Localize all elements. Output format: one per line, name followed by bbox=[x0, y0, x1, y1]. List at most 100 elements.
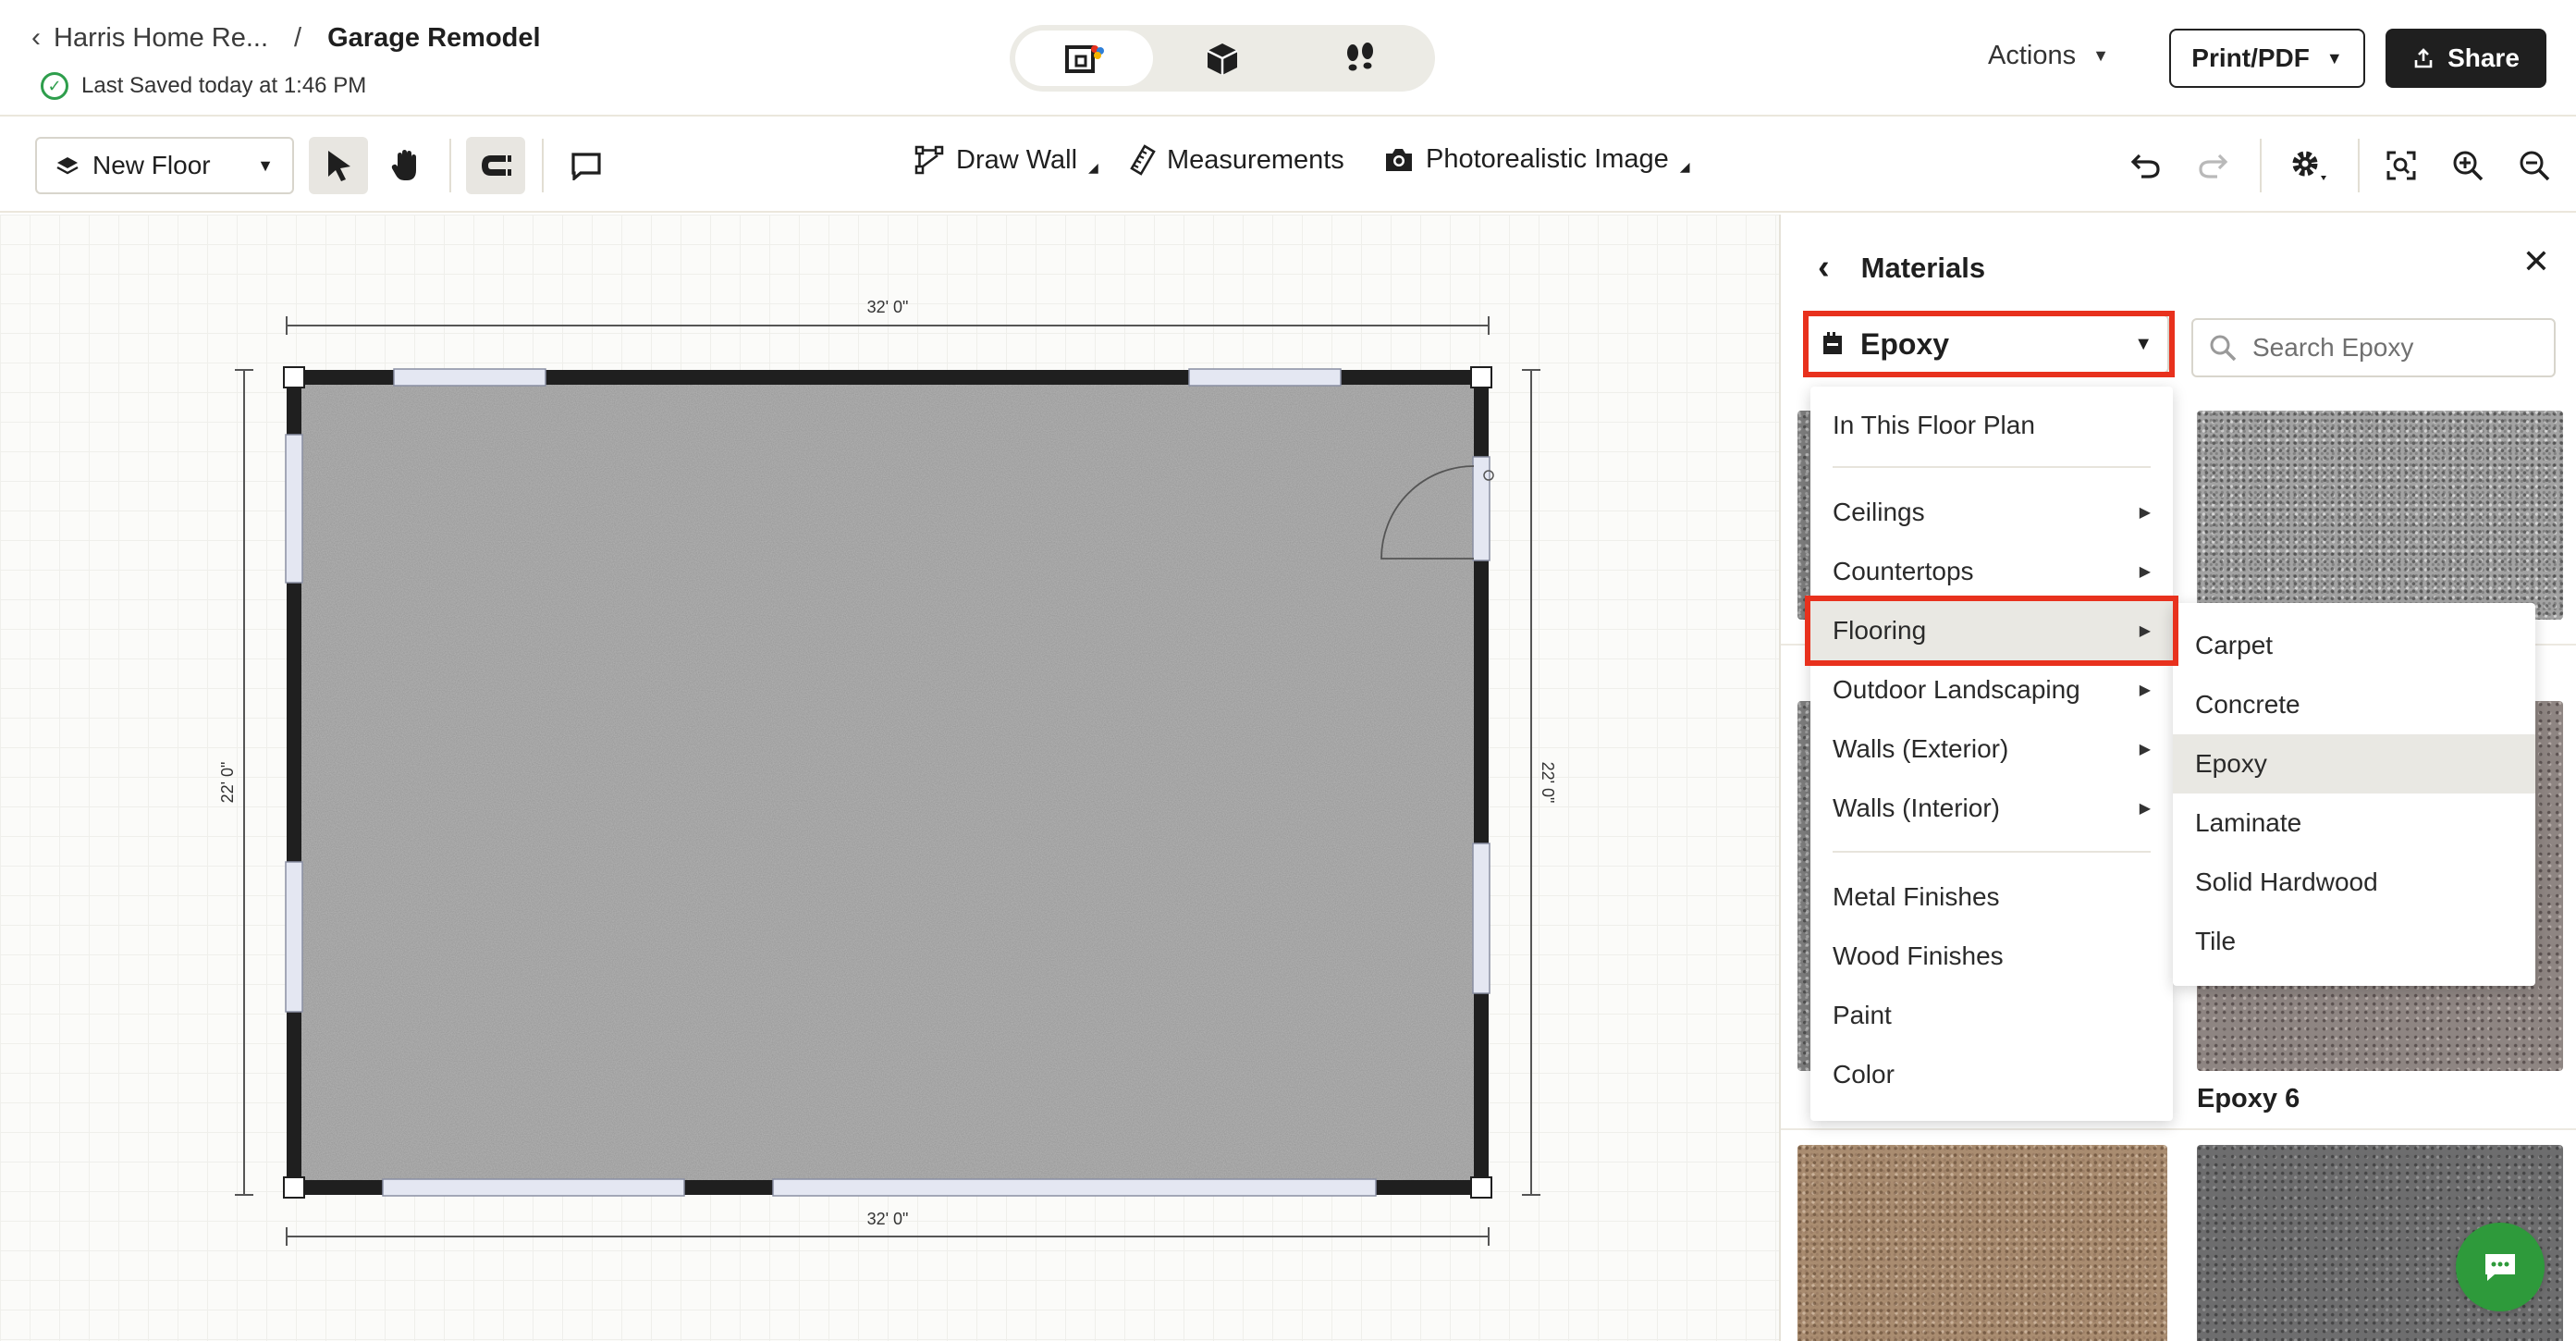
project-title[interactable]: Garage Remodel bbox=[327, 23, 540, 54]
grid-divider bbox=[1781, 1128, 2576, 1130]
materials-title: Materials bbox=[1860, 251, 1986, 284]
corner-handle-top-left[interactable] bbox=[283, 366, 305, 388]
save-status-text: Last Saved today at 1:46 PM bbox=[81, 73, 367, 98]
toolbar-divider bbox=[542, 139, 544, 192]
menu-item-outdoor-landscaping[interactable]: Outdoor Landscaping ▶ bbox=[1810, 660, 2173, 720]
floor-label: New Floor bbox=[92, 151, 211, 179]
view-2d-button[interactable] bbox=[1015, 31, 1154, 86]
material-swatch[interactable] bbox=[2197, 411, 2563, 620]
back-chevron-icon[interactable]: ‹ bbox=[31, 22, 41, 54]
material-swatch[interactable] bbox=[1797, 1145, 2167, 1341]
view-mode-toggle bbox=[1010, 25, 1435, 92]
submenu-item-carpet[interactable]: Carpet bbox=[2173, 616, 2535, 675]
layers-icon bbox=[56, 157, 79, 175]
print-pdf-button[interactable]: Print/PDF ▼ bbox=[2169, 29, 2365, 88]
corner-handle-bottom-right[interactable] bbox=[1470, 1176, 1492, 1199]
menu-item-walls-interior[interactable]: Walls (Interior) ▶ bbox=[1810, 779, 2173, 838]
corner-triangle-icon: ◢ bbox=[1088, 160, 1098, 175]
redo-button[interactable] bbox=[2190, 142, 2236, 189]
category-dropdown-menu: In This Floor Plan Ceilings ▶ Countertop… bbox=[1810, 387, 2173, 1121]
chat-support-button[interactable] bbox=[2456, 1223, 2545, 1311]
draw-wall-button[interactable]: Draw Wall ◢ bbox=[914, 144, 1098, 176]
caret-down-icon: ▼ bbox=[257, 155, 274, 175]
measurements-label: Measurements bbox=[1167, 144, 1344, 175]
right-dimension-line bbox=[1522, 369, 1540, 1196]
floor-speckle-texture bbox=[294, 377, 1481, 1187]
breadcrumb-parent-project[interactable]: Harris Home Re... bbox=[54, 23, 268, 54]
check-circle-icon: ✓ bbox=[41, 72, 68, 100]
flooring-submenu: Carpet Concrete Epoxy Laminate Solid Har… bbox=[2173, 603, 2535, 986]
walkthrough-footsteps-icon bbox=[1347, 43, 1374, 71]
menu-item-paint[interactable]: Paint bbox=[1810, 986, 2173, 1045]
left-dimension-line bbox=[235, 369, 253, 1196]
view-walkthrough-button[interactable] bbox=[1292, 31, 1429, 86]
zoom-out-button[interactable] bbox=[2511, 142, 2558, 189]
menu-item-label: Ceilings bbox=[1833, 498, 1925, 526]
menu-item-in-this-floor-plan[interactable]: In This Floor Plan bbox=[1810, 396, 2173, 455]
menu-item-label: Metal Finishes bbox=[1833, 882, 2000, 911]
window-right-lower[interactable] bbox=[1472, 843, 1490, 994]
submenu-item-concrete[interactable]: Concrete bbox=[2173, 675, 2535, 734]
close-icon[interactable]: ✕ bbox=[2522, 242, 2550, 281]
ruler-icon bbox=[1130, 144, 1156, 176]
zoom-in-button[interactable] bbox=[2445, 142, 2491, 189]
corner-handle-top-right[interactable] bbox=[1470, 366, 1492, 388]
submenu-item-solid-hardwood[interactable]: Solid Hardwood bbox=[2173, 853, 2535, 912]
menu-item-wood-finishes[interactable]: Wood Finishes bbox=[1810, 927, 2173, 986]
share-label: Share bbox=[2447, 43, 2520, 72]
print-pdf-label: Print/PDF bbox=[2191, 43, 2310, 72]
window-bottom-left[interactable] bbox=[382, 1178, 685, 1197]
menu-item-label: Outdoor Landscaping bbox=[1833, 675, 2080, 704]
menu-item-label: Paint bbox=[1833, 1001, 1892, 1029]
window-left-lower[interactable] bbox=[285, 861, 303, 1013]
submenu-item-tile[interactable]: Tile bbox=[2173, 912, 2535, 971]
toolbar-divider bbox=[2358, 139, 2360, 192]
toolbar-divider bbox=[449, 139, 451, 192]
menu-item-color[interactable]: Color bbox=[1810, 1045, 2173, 1104]
submenu-item-epoxy[interactable]: Epoxy bbox=[2173, 734, 2535, 794]
magnet-icon bbox=[482, 155, 511, 176]
snap-magnet-tool[interactable] bbox=[466, 137, 525, 194]
comment-bubble-icon bbox=[571, 153, 601, 180]
cursor-arrow-icon bbox=[328, 151, 350, 181]
actions-menu-button[interactable]: Actions ▼ bbox=[1988, 41, 2109, 71]
menu-item-walls-exterior[interactable]: Walls (Exterior) ▶ bbox=[1810, 720, 2173, 779]
caret-down-icon: ▼ bbox=[2092, 46, 2109, 65]
bottom-dimension-line bbox=[286, 1227, 1490, 1246]
back-chevron-icon[interactable]: ‹ bbox=[1818, 248, 1830, 288]
draw-wall-icon bbox=[914, 145, 944, 175]
caret-down-icon: ▼ bbox=[2325, 48, 2343, 68]
menu-item-countertops[interactable]: Countertops ▶ bbox=[1810, 542, 2173, 601]
submenu-arrow-icon: ▶ bbox=[2139, 683, 2151, 698]
select-tool[interactable] bbox=[309, 137, 368, 194]
settings-button[interactable] bbox=[2286, 142, 2332, 189]
menu-item-ceilings[interactable]: Ceilings ▶ bbox=[1810, 483, 2173, 542]
menu-item-label: Walls (Interior) bbox=[1833, 794, 2000, 822]
material-search-input[interactable]: Search Epoxy bbox=[2191, 318, 2556, 377]
search-placeholder: Search Epoxy bbox=[2252, 333, 2414, 362]
submenu-item-label: Concrete bbox=[2195, 690, 2300, 719]
comment-tool[interactable] bbox=[557, 137, 616, 194]
breadcrumb: ‹ Harris Home Re... / Garage Remodel bbox=[31, 22, 541, 54]
measurements-button[interactable]: Measurements bbox=[1130, 144, 1344, 176]
pan-tool[interactable] bbox=[375, 137, 435, 194]
photorealistic-image-button[interactable]: Photorealistic Image ◢ bbox=[1383, 144, 1690, 175]
undo-button[interactable] bbox=[2123, 142, 2169, 189]
submenu-arrow-icon: ▶ bbox=[2139, 505, 2151, 521]
menu-item-metal-finishes[interactable]: Metal Finishes bbox=[1810, 867, 2173, 927]
corner-handle-bottom-left[interactable] bbox=[283, 1176, 305, 1199]
save-status: ✓ Last Saved today at 1:46 PM bbox=[41, 72, 366, 100]
floor-plan-canvas[interactable]: 32' 0" 32' 0" 22' 0" 22' 0" bbox=[0, 215, 1779, 1341]
zoom-out-icon bbox=[2520, 151, 2550, 181]
submenu-item-laminate[interactable]: Laminate bbox=[2173, 794, 2535, 853]
window-top-left[interactable] bbox=[393, 368, 546, 387]
view-3d-button[interactable] bbox=[1153, 31, 1291, 86]
floor-selector[interactable]: New Floor ▼ bbox=[35, 137, 294, 194]
share-button[interactable]: Share bbox=[2386, 29, 2546, 88]
submenu-item-label: Laminate bbox=[2195, 808, 2302, 837]
fit-to-screen-button[interactable] bbox=[2378, 142, 2424, 189]
window-left-upper[interactable] bbox=[285, 434, 303, 584]
garage-door-bottom[interactable] bbox=[772, 1178, 1377, 1197]
corner-triangle-icon: ◢ bbox=[1679, 159, 1690, 174]
window-top-right[interactable] bbox=[1188, 368, 1342, 387]
